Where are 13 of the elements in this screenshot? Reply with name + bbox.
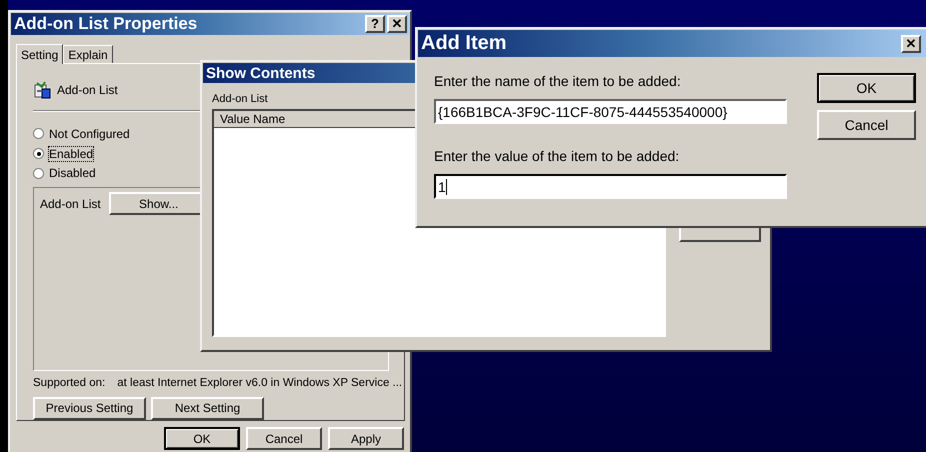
window-title: Add Item: [421, 32, 507, 55]
radio-label: Enabled: [49, 146, 94, 161]
field-label: Enter the value of the item to be added:: [434, 148, 680, 164]
field-label: Enter the name of the item to be added:: [434, 73, 682, 89]
option-label: Add-on List: [40, 196, 101, 211]
supported-value: at least Internet Explorer v6.0 in Windows XP Service ...: [117, 377, 402, 391]
radio-label: Disabled: [49, 166, 96, 180]
policy-name: Add-on List: [57, 82, 118, 97]
list-label: Add-on List: [212, 93, 269, 105]
window-title: Add-on List Properties: [14, 14, 198, 34]
radio-label: Not Configured: [49, 126, 130, 141]
supported-label: Supported on:: [33, 377, 106, 391]
window-title: Show Contents: [206, 64, 316, 82]
